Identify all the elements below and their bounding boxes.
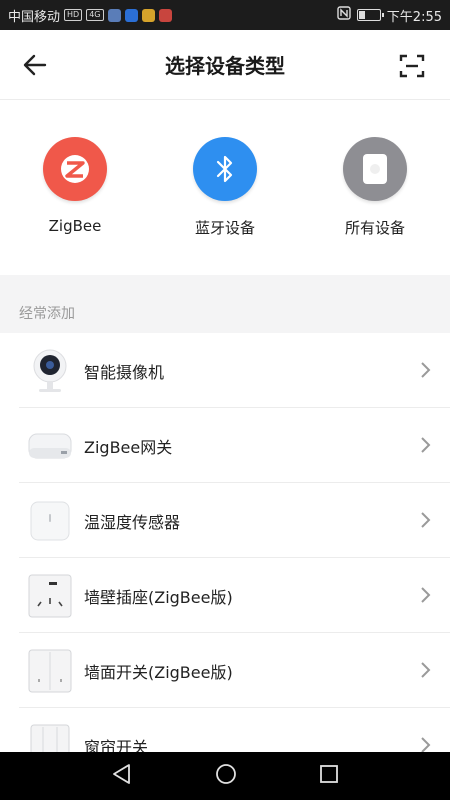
notification-app-icon	[107, 8, 121, 22]
category-label: ZigBee	[48, 217, 102, 235]
notification-app3-icon	[158, 8, 172, 22]
app-header: 选择设备类型	[0, 30, 450, 100]
clock-label: 下午2:55	[386, 9, 442, 25]
category-all-devices[interactable]: 所有设备	[300, 101, 450, 275]
wall-switch-icon	[27, 648, 73, 694]
device-list: 智能摄像机 ZigBee网关 温湿度传感器 墙壁插座(ZigBee版) 墙面开关…	[0, 333, 450, 783]
status-bar: 中国移动 HD 4G 下午2:55	[0, 0, 450, 30]
device-name: 温湿度传感器	[84, 512, 181, 532]
notification-shield-icon	[124, 8, 138, 22]
category-bluetooth[interactable]: 蓝牙设备	[150, 101, 300, 275]
all-devices-icon	[343, 137, 407, 201]
chevron-right-icon	[421, 662, 431, 678]
chevron-right-icon	[421, 512, 431, 528]
zigbee-icon	[43, 137, 107, 201]
category-zigbee[interactable]: ZigBee	[0, 101, 150, 275]
chevron-right-icon	[421, 437, 431, 453]
list-item[interactable]: 墙壁插座(ZigBee版)	[0, 558, 450, 633]
battery-icon	[356, 9, 384, 21]
list-item[interactable]: ZigBee网关	[0, 408, 450, 483]
nav-home-icon[interactable]	[215, 763, 237, 789]
hd-badge: HD	[64, 9, 83, 21]
notification-app2-icon	[141, 8, 155, 22]
nav-back-icon[interactable]	[111, 763, 133, 789]
category-label: 蓝牙设备	[194, 219, 255, 237]
bluetooth-icon	[193, 137, 257, 201]
device-name: ZigBee网关	[84, 437, 173, 457]
system-nav-bar	[0, 752, 450, 800]
page-title: 选择设备类型	[165, 54, 285, 78]
device-name: 智能摄像机	[84, 362, 165, 382]
nfc-icon	[337, 6, 351, 24]
nav-recents-icon[interactable]	[319, 764, 339, 788]
section-title: 经常添加	[19, 306, 75, 322]
network-badge: 4G	[86, 9, 104, 21]
section-header: 经常添加	[0, 275, 450, 333]
chevron-right-icon	[421, 587, 431, 603]
list-item[interactable]: 温湿度传感器	[0, 483, 450, 558]
list-item[interactable]: 智能摄像机	[0, 333, 450, 408]
device-categories: ZigBee 蓝牙设备 所有设备	[0, 101, 450, 275]
carrier-label: 中国移动	[8, 9, 61, 25]
scan-icon[interactable]	[398, 52, 426, 80]
sensor-icon	[27, 498, 73, 544]
wall-socket-icon	[27, 573, 73, 619]
device-name: 墙面开关(ZigBee版)	[84, 662, 233, 682]
camera-icon	[27, 348, 73, 394]
gateway-icon	[27, 423, 73, 469]
back-arrow-icon[interactable]	[20, 52, 50, 78]
list-item[interactable]: 墙面开关(ZigBee版)	[0, 633, 450, 708]
category-label: 所有设备	[344, 219, 405, 237]
chevron-right-icon	[421, 362, 431, 378]
device-name: 墙壁插座(ZigBee版)	[84, 587, 233, 607]
